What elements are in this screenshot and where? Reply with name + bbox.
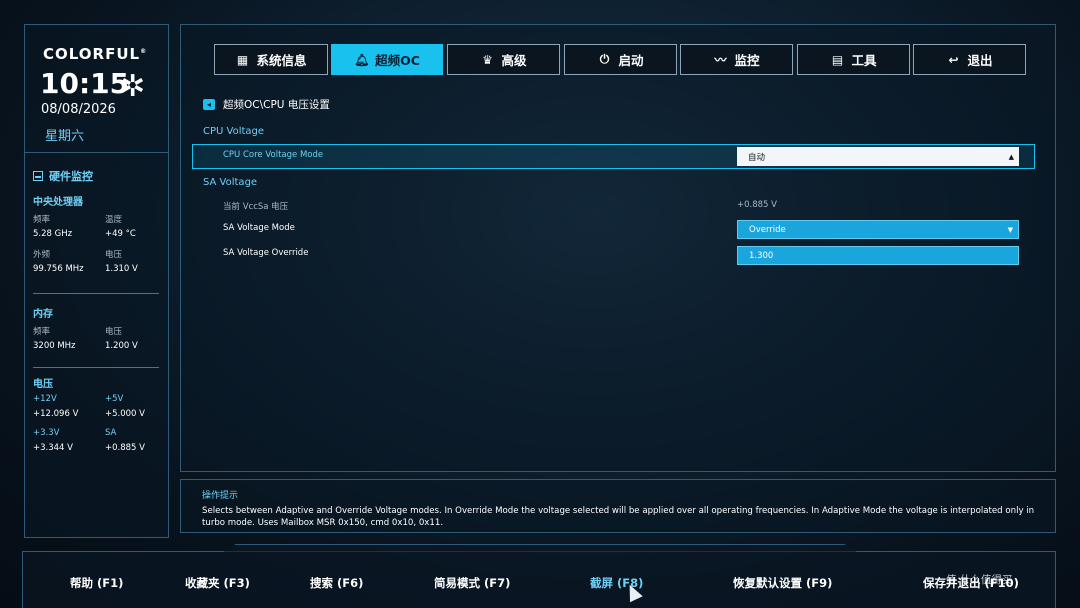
- back-arrow-icon[interactable]: ◂: [203, 99, 215, 110]
- v33-value: +3.344 V: [33, 443, 73, 453]
- sa-voltage-mode-select[interactable]: Override ▼: [737, 220, 1019, 239]
- footer-bar: 帮助 (F1) 收藏夹 (F3) 搜索 (F6) 简易模式 (F7) 截屏 (F…: [22, 544, 1056, 608]
- caret-down-icon: ▼: [1007, 225, 1013, 234]
- help-button[interactable]: 帮助 (F1): [70, 575, 123, 591]
- sa-voltage-override-input[interactable]: 1.300: [737, 246, 1019, 265]
- sa-label: SA: [105, 428, 117, 438]
- favorites-button[interactable]: 收藏夹 (F3): [185, 575, 250, 591]
- mem-freq-label: 频率: [33, 327, 51, 337]
- help-title: 操作提示: [202, 491, 239, 501]
- watermark: 值 什么值得买: [946, 574, 1013, 586]
- brand-logo: COLORFUL®: [43, 45, 148, 63]
- cpu-volt-label: 电压: [105, 250, 123, 260]
- divider: [33, 293, 159, 294]
- group-cpu-voltage: CPU Voltage: [203, 126, 265, 137]
- core-voltage-mode-label: CPU Core Voltage Mode: [223, 150, 324, 160]
- vccsa-value: +0.885 V: [737, 200, 777, 210]
- clock-box: COLORFUL® 10:15 ✲ 08/08/2026 星期六: [25, 25, 168, 153]
- mem-volt-label: 电压: [105, 327, 123, 337]
- cpu-freq-label: 频率: [33, 215, 51, 225]
- breadcrumb: ◂ 超频OC\CPU 电压设置: [203, 97, 330, 112]
- gear-icon[interactable]: ✲: [120, 69, 145, 104]
- memory-section-title: 内存: [33, 309, 53, 320]
- load-defaults-button[interactable]: 恢复默认设置 (F9): [733, 575, 832, 591]
- tab-tools[interactable]: ▤ 工具: [797, 44, 910, 75]
- divider: [33, 367, 159, 368]
- settings-panel: ▦ 系统信息 🔔︎ 超频OC ♛ 高级 ⏻ 启动 〰 监控 ▤ 工具 ↩ 退出 …: [180, 24, 1056, 472]
- mem-volt-value: 1.200 V: [105, 341, 138, 351]
- toolbox-icon: ▤: [831, 52, 844, 67]
- voltage-section-title: 电压: [33, 379, 53, 390]
- cpu-temp-label: 温度: [105, 215, 123, 225]
- vccsa-label: 当前 VccSa 电压: [223, 202, 289, 212]
- clock-time: 10:15: [40, 67, 130, 100]
- sa-voltage-mode-label: SA Voltage Mode: [223, 223, 295, 233]
- search-button[interactable]: 搜索 (F6): [310, 575, 363, 591]
- v12-value: +12.096 V: [33, 409, 79, 419]
- footer-notch: [223, 544, 857, 552]
- v5-label: +5V: [105, 394, 124, 404]
- hardware-monitor-title: 硬件监控: [33, 168, 93, 184]
- cpu-section-title: 中央处理器: [33, 197, 83, 208]
- clock-date: 08/08/2026: [41, 102, 116, 117]
- cpu-freq-value: 5.28 GHz: [33, 229, 73, 239]
- cpu-bclk-value: 99.756 MHz: [33, 264, 84, 274]
- clock-weekday: 星期六: [45, 129, 85, 144]
- sa-value: +0.885 V: [105, 443, 145, 453]
- tab-exit[interactable]: ↩ 退出: [913, 44, 1026, 75]
- crown-icon: ♛: [482, 52, 493, 67]
- monitor-chart-icon: [33, 171, 43, 181]
- core-voltage-mode-select[interactable]: 自动 ▲: [737, 147, 1019, 166]
- tab-monitor[interactable]: 〰 监控: [680, 44, 793, 75]
- group-sa-voltage: SA Voltage: [203, 177, 258, 188]
- pulse-icon: 〰: [714, 53, 727, 67]
- bell-icon: 🔔︎: [354, 52, 370, 67]
- tab-advanced[interactable]: ♛ 高级: [447, 44, 560, 75]
- cpu-temp-value: +49 °C: [105, 229, 136, 239]
- power-icon: ⏻: [599, 52, 610, 66]
- v12-label: +12V: [33, 394, 57, 404]
- hardware-monitor-panel: COLORFUL® 10:15 ✲ 08/08/2026 星期六 硬件监控 中央…: [24, 24, 169, 538]
- v5-value: +5.000 V: [105, 409, 145, 419]
- cpu-volt-value: 1.310 V: [105, 264, 138, 274]
- help-text: Selects between Adaptive and Override Vo…: [202, 506, 1035, 528]
- caret-up-icon: ▲: [1008, 152, 1014, 161]
- tab-overclock[interactable]: 🔔︎ 超频OC: [331, 44, 443, 75]
- mem-freq-value: 3200 MHz: [33, 341, 76, 351]
- back-arrow-icon: ↩: [948, 52, 959, 67]
- easy-mode-button[interactable]: 简易模式 (F7): [434, 575, 510, 591]
- cpu-bclk-label: 外频: [33, 250, 51, 260]
- tab-system-info[interactable]: ▦ 系统信息: [214, 44, 328, 75]
- sa-voltage-override-label: SA Voltage Override: [223, 248, 309, 258]
- help-panel: 操作提示 Selects between Adaptive and Overri…: [180, 479, 1056, 533]
- v33-label: +3.3V: [33, 428, 60, 438]
- grid-icon: ▦: [236, 52, 249, 67]
- tab-boot[interactable]: ⏻ 启动: [564, 44, 677, 75]
